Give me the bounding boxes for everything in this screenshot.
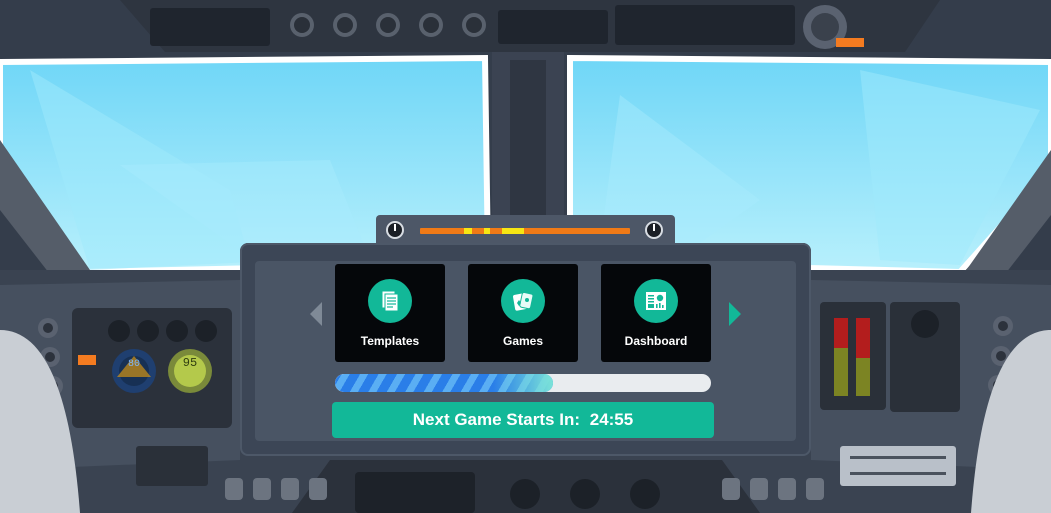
- countdown-time: 24:55: [589, 410, 634, 429]
- templates-icon: [381, 290, 399, 312]
- templates-icon-circle: [368, 279, 412, 323]
- games-tile-button[interactable]: Games: [468, 264, 578, 362]
- games-icon-circle: [501, 279, 545, 323]
- tile-label-dashboard: Dashboard: [624, 334, 688, 348]
- templates-tile-button[interactable]: Templates: [335, 264, 445, 362]
- next-arrow-button[interactable]: [727, 300, 743, 328]
- chevron-left-icon: [310, 302, 322, 326]
- header-indicator-bar: [420, 228, 630, 234]
- right-knob-icon: [645, 221, 663, 239]
- tile-label-templates: Templates: [360, 334, 420, 348]
- chevron-right-icon: [729, 302, 741, 326]
- game-progress-fill: [335, 374, 554, 392]
- next-game-countdown-banner: Next Game Starts In: 24:55: [332, 402, 714, 438]
- dashboard-icon-circle: [634, 279, 678, 323]
- games-icon: [513, 291, 534, 311]
- gauge-right-readout: 95: [183, 356, 197, 370]
- left-knob-icon: [386, 221, 404, 239]
- countdown-label: Next Game Starts In:: [412, 410, 580, 429]
- tile-label-games: Games: [502, 334, 544, 348]
- game-progress-bar: [335, 374, 711, 392]
- gauge-left-readout: 80: [128, 359, 140, 370]
- dashboard-tile-button[interactable]: Dashboard: [601, 264, 711, 362]
- prev-arrow-button[interactable]: [308, 300, 324, 328]
- dashboard-icon: [646, 292, 666, 310]
